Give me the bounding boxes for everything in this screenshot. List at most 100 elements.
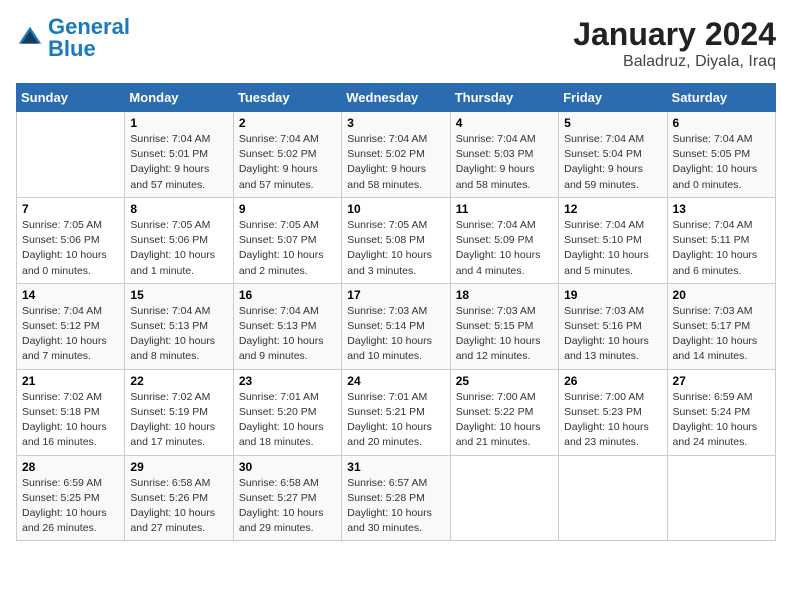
day-cell: 16 Sunrise: 7:04 AM Sunset: 5:13 PM Dayli… xyxy=(233,283,341,369)
day-number: 16 xyxy=(239,288,336,302)
day-number: 22 xyxy=(130,374,227,388)
day-cell: 30 Sunrise: 6:58 AM Sunset: 5:27 PM Dayli… xyxy=(233,455,341,541)
header-cell-wednesday: Wednesday xyxy=(342,84,450,112)
logo-icon xyxy=(16,24,44,52)
day-number: 29 xyxy=(130,460,227,474)
day-info: Sunrise: 7:03 AM Sunset: 5:15 PM Dayligh… xyxy=(456,304,553,365)
day-info: Sunrise: 7:01 AM Sunset: 5:20 PM Dayligh… xyxy=(239,390,336,451)
day-cell: 25 Sunrise: 7:00 AM Sunset: 5:22 PM Dayli… xyxy=(450,369,558,455)
day-info: Sunrise: 7:03 AM Sunset: 5:16 PM Dayligh… xyxy=(564,304,661,365)
day-cell: 22Sunrise: 7:02 AM Sunset: 5:19 PM Dayli… xyxy=(125,369,233,455)
day-number: 23 xyxy=(239,374,336,388)
day-cell: 12Sunrise: 7:04 AM Sunset: 5:10 PM Dayli… xyxy=(559,197,667,283)
day-cell: 9Sunrise: 7:05 AM Sunset: 5:07 PM Daylig… xyxy=(233,197,341,283)
day-number: 10 xyxy=(347,202,444,216)
day-cell xyxy=(17,112,125,198)
day-info: Sunrise: 7:04 AM Sunset: 5:09 PM Dayligh… xyxy=(456,218,553,279)
day-number: 20 xyxy=(673,288,770,302)
day-number: 8 xyxy=(130,202,227,216)
day-cell: 1 Sunrise: 7:04 AM Sunset: 5:01 PM Daylig… xyxy=(125,112,233,198)
day-number: 15 xyxy=(130,288,227,302)
week-row-1: 1 Sunrise: 7:04 AM Sunset: 5:01 PM Daylig… xyxy=(17,112,776,198)
day-info: Sunrise: 7:01 AM Sunset: 5:21 PM Dayligh… xyxy=(347,390,444,451)
day-cell: 19 Sunrise: 7:03 AM Sunset: 5:16 PM Dayli… xyxy=(559,283,667,369)
day-cell: 20Sunrise: 7:03 AM Sunset: 5:17 PM Dayli… xyxy=(667,283,775,369)
day-info: Sunrise: 7:04 AM Sunset: 5:04 PM Dayligh… xyxy=(564,132,661,193)
day-cell: 7 Sunrise: 7:05 AM Sunset: 5:06 PM Daylig… xyxy=(17,197,125,283)
day-number: 18 xyxy=(456,288,553,302)
day-cell: 18 Sunrise: 7:03 AM Sunset: 5:15 PM Dayli… xyxy=(450,283,558,369)
day-info: Sunrise: 6:57 AM Sunset: 5:28 PM Dayligh… xyxy=(347,476,444,537)
day-number: 19 xyxy=(564,288,661,302)
header-cell-sunday: Sunday xyxy=(17,84,125,112)
calendar-subtitle: Baladruz, Diyala, Iraq xyxy=(573,53,776,71)
day-cell xyxy=(667,455,775,541)
day-cell xyxy=(450,455,558,541)
day-cell: 8 Sunrise: 7:05 AM Sunset: 5:06 PM Daylig… xyxy=(125,197,233,283)
day-cell: 4 Sunrise: 7:04 AM Sunset: 5:03 PM Daylig… xyxy=(450,112,558,198)
day-number: 1 xyxy=(130,116,227,130)
day-cell: 21 Sunrise: 7:02 AM Sunset: 5:18 PM Dayli… xyxy=(17,369,125,455)
day-info: Sunrise: 7:05 AM Sunset: 5:06 PM Dayligh… xyxy=(22,218,119,279)
day-info: Sunrise: 6:58 AM Sunset: 5:27 PM Dayligh… xyxy=(239,476,336,537)
day-cell: 3 Sunrise: 7:04 AM Sunset: 5:02 PM Daylig… xyxy=(342,112,450,198)
header-cell-tuesday: Tuesday xyxy=(233,84,341,112)
day-number: 17 xyxy=(347,288,444,302)
day-info: Sunrise: 7:02 AM Sunset: 5:18 PM Dayligh… xyxy=(22,390,119,451)
day-number: 6 xyxy=(673,116,770,130)
page-header: GeneralBlue January 2024 Baladruz, Diyal… xyxy=(16,16,776,71)
day-cell: 10 Sunrise: 7:05 AM Sunset: 5:08 PM Dayli… xyxy=(342,197,450,283)
day-number: 14 xyxy=(22,288,119,302)
day-cell: 23 Sunrise: 7:01 AM Sunset: 5:20 PM Dayli… xyxy=(233,369,341,455)
day-cell: 26 Sunrise: 7:00 AM Sunset: 5:23 PM Dayli… xyxy=(559,369,667,455)
day-info: Sunrise: 7:05 AM Sunset: 5:07 PM Dayligh… xyxy=(239,218,336,279)
day-number: 7 xyxy=(22,202,119,216)
calendar-table: SundayMondayTuesdayWednesdayThursdayFrid… xyxy=(16,83,776,541)
day-info: Sunrise: 6:58 AM Sunset: 5:26 PM Dayligh… xyxy=(130,476,227,537)
day-cell: 14 Sunrise: 7:04 AM Sunset: 5:12 PM Dayli… xyxy=(17,283,125,369)
day-info: Sunrise: 7:04 AM Sunset: 5:05 PM Dayligh… xyxy=(673,132,770,193)
logo: GeneralBlue xyxy=(16,16,130,60)
day-info: Sunrise: 7:04 AM Sunset: 5:13 PM Dayligh… xyxy=(130,304,227,365)
day-cell: 15 Sunrise: 7:04 AM Sunset: 5:13 PM Dayli… xyxy=(125,283,233,369)
day-cell: 31Sunrise: 6:57 AM Sunset: 5:28 PM Dayli… xyxy=(342,455,450,541)
day-info: Sunrise: 7:04 AM Sunset: 5:02 PM Dayligh… xyxy=(239,132,336,193)
day-number: 30 xyxy=(239,460,336,474)
day-info: Sunrise: 7:04 AM Sunset: 5:02 PM Dayligh… xyxy=(347,132,444,193)
header-cell-thursday: Thursday xyxy=(450,84,558,112)
day-number: 13 xyxy=(673,202,770,216)
week-row-5: 28Sunrise: 6:59 AM Sunset: 5:25 PM Dayli… xyxy=(17,455,776,541)
day-cell: 28Sunrise: 6:59 AM Sunset: 5:25 PM Dayli… xyxy=(17,455,125,541)
day-info: Sunrise: 7:05 AM Sunset: 5:06 PM Dayligh… xyxy=(130,218,227,279)
day-cell: 17Sunrise: 7:03 AM Sunset: 5:14 PM Dayli… xyxy=(342,283,450,369)
day-info: Sunrise: 7:04 AM Sunset: 5:03 PM Dayligh… xyxy=(456,132,553,193)
day-number: 21 xyxy=(22,374,119,388)
day-number: 12 xyxy=(564,202,661,216)
week-row-3: 14 Sunrise: 7:04 AM Sunset: 5:12 PM Dayli… xyxy=(17,283,776,369)
title-block: January 2024 Baladruz, Diyala, Iraq xyxy=(573,16,776,71)
day-cell: 5 Sunrise: 7:04 AM Sunset: 5:04 PM Daylig… xyxy=(559,112,667,198)
day-number: 5 xyxy=(564,116,661,130)
day-number: 4 xyxy=(456,116,553,130)
day-info: Sunrise: 7:05 AM Sunset: 5:08 PM Dayligh… xyxy=(347,218,444,279)
day-info: Sunrise: 7:04 AM Sunset: 5:12 PM Dayligh… xyxy=(22,304,119,365)
header-cell-saturday: Saturday xyxy=(667,84,775,112)
day-cell: 11Sunrise: 7:04 AM Sunset: 5:09 PM Dayli… xyxy=(450,197,558,283)
day-info: Sunrise: 7:04 AM Sunset: 5:01 PM Dayligh… xyxy=(130,132,227,193)
day-info: Sunrise: 7:00 AM Sunset: 5:22 PM Dayligh… xyxy=(456,390,553,451)
day-cell: 27Sunrise: 6:59 AM Sunset: 5:24 PM Dayli… xyxy=(667,369,775,455)
day-number: 27 xyxy=(673,374,770,388)
day-number: 25 xyxy=(456,374,553,388)
day-info: Sunrise: 7:04 AM Sunset: 5:13 PM Dayligh… xyxy=(239,304,336,365)
day-number: 24 xyxy=(347,374,444,388)
calendar-title: January 2024 xyxy=(573,16,776,53)
day-cell: 29 Sunrise: 6:58 AM Sunset: 5:26 PM Dayli… xyxy=(125,455,233,541)
day-info: Sunrise: 6:59 AM Sunset: 5:25 PM Dayligh… xyxy=(22,476,119,537)
day-cell: 6 Sunrise: 7:04 AM Sunset: 5:05 PM Daylig… xyxy=(667,112,775,198)
day-number: 26 xyxy=(564,374,661,388)
day-info: Sunrise: 7:04 AM Sunset: 5:11 PM Dayligh… xyxy=(673,218,770,279)
day-cell: 24 Sunrise: 7:01 AM Sunset: 5:21 PM Dayli… xyxy=(342,369,450,455)
day-info: Sunrise: 7:00 AM Sunset: 5:23 PM Dayligh… xyxy=(564,390,661,451)
header-cell-monday: Monday xyxy=(125,84,233,112)
day-number: 3 xyxy=(347,116,444,130)
